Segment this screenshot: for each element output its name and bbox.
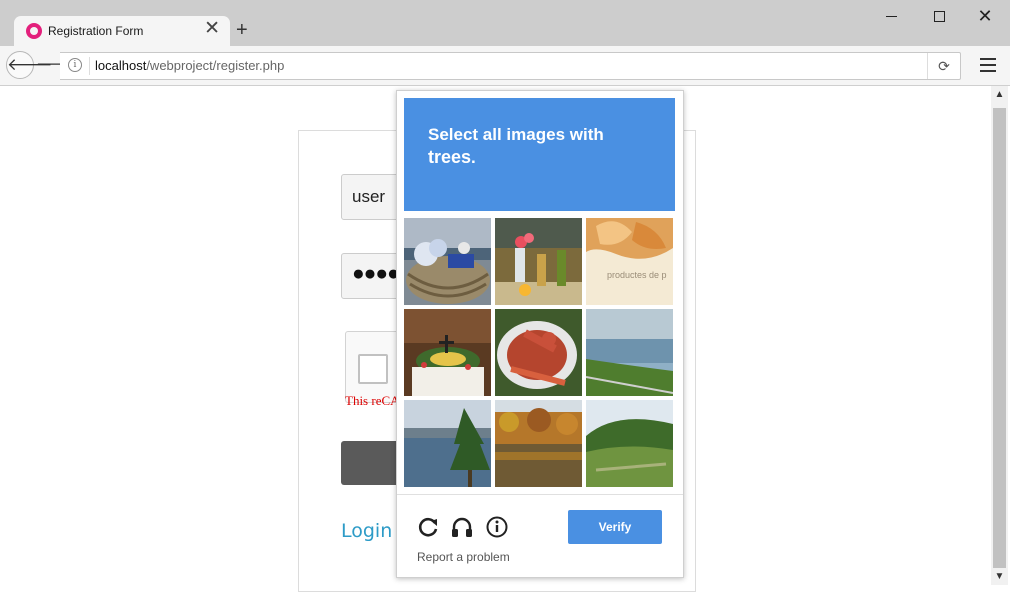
scroll-down-icon[interactable]: ▼ <box>991 568 1008 585</box>
recaptcha-checkbox[interactable] <box>358 354 388 384</box>
password-mask: ●●●● <box>352 262 400 285</box>
maximize-icon <box>934 11 945 22</box>
window-minimize-button[interactable] <box>869 6 915 28</box>
image-tile[interactable] <box>404 309 491 396</box>
help-info-icon[interactable] <box>485 515 509 539</box>
audio-challenge-icon[interactable] <box>450 515 474 539</box>
challenge-header: Select all images with trees. <box>404 98 675 211</box>
wreath-image <box>404 309 491 396</box>
image-tile[interactable] <box>495 400 582 487</box>
image-tile[interactable] <box>404 218 491 305</box>
tab-registration-form[interactable]: Registration Form ✕ <box>14 16 230 46</box>
prompt-target: trees <box>428 147 472 167</box>
hamburger-menu-icon[interactable] <box>976 54 1000 76</box>
bottles-image <box>495 218 582 305</box>
image-tile[interactable]: productes de p <box>586 218 673 305</box>
browser-titlebar: Registration Form ✕ + ✕ <box>0 0 1010 46</box>
prompt-suffix: . <box>471 148 476 167</box>
browser-navbar: 🡐 🡒 i localhost/webproject/register.php … <box>0 46 1010 86</box>
site-favicon-icon <box>26 23 42 39</box>
site-info-icon[interactable]: i <box>68 58 82 72</box>
lake-tree-image <box>404 400 491 487</box>
tab-close-icon[interactable]: ✕ <box>204 19 220 38</box>
verify-button[interactable]: Verify <box>568 510 662 544</box>
image-grid: productes de p <box>404 218 675 489</box>
reload-button[interactable]: ⟳ <box>927 53 960 79</box>
recaptcha-error-text: This reCA <box>345 393 400 408</box>
nav-buttons: 🡐 🡒 <box>6 51 76 79</box>
window-close-button[interactable]: ✕ <box>962 6 1008 28</box>
prompt-prefix: Select all images with <box>428 125 604 144</box>
scroll-up-icon[interactable]: ▲ <box>991 86 1008 103</box>
login-link[interactable]: Login <box>341 520 392 542</box>
username-value: user <box>352 187 386 206</box>
forward-button[interactable]: 🡒 <box>36 54 76 76</box>
challenge-prompt: Select all images with trees. <box>428 123 658 169</box>
url-text[interactable]: localhost/webproject/register.php <box>95 58 284 73</box>
image-tile[interactable] <box>586 400 673 487</box>
lobster-image <box>495 309 582 396</box>
back-button[interactable]: 🡐 <box>6 51 53 79</box>
captcha-challenge-popup: Select all images with trees. productes … <box>396 90 684 578</box>
page-scrollbar[interactable]: ▲ ▼ <box>991 86 1008 585</box>
green-hills-image <box>586 400 673 487</box>
reload-challenge-icon[interactable] <box>417 515 441 539</box>
address-bar[interactable]: i localhost/webproject/register.php ⟳ <box>60 52 961 80</box>
basket-image <box>404 218 491 305</box>
image-tile[interactable] <box>495 309 582 396</box>
autumn-reflection-image <box>495 400 582 487</box>
shells-image: productes de p <box>586 218 673 305</box>
popup-footer-divider <box>397 494 683 495</box>
window-maximize-button[interactable] <box>916 6 962 28</box>
tab-title: Registration Form <box>48 24 144 38</box>
image-tile[interactable] <box>404 400 491 487</box>
report-problem-link[interactable]: Report a problem <box>417 550 510 564</box>
minimize-icon <box>886 16 897 17</box>
url-separator <box>89 57 90 75</box>
lake-shore-image <box>586 309 673 396</box>
new-tab-button[interactable]: + <box>236 20 248 40</box>
scroll-thumb[interactable] <box>993 108 1006 568</box>
image-tile[interactable] <box>495 218 582 305</box>
url-host: localhost <box>95 58 147 73</box>
image-tile[interactable] <box>586 309 673 396</box>
url-path: /webproject/register.php <box>146 58 285 73</box>
tile-caption: productes de p <box>607 270 667 280</box>
